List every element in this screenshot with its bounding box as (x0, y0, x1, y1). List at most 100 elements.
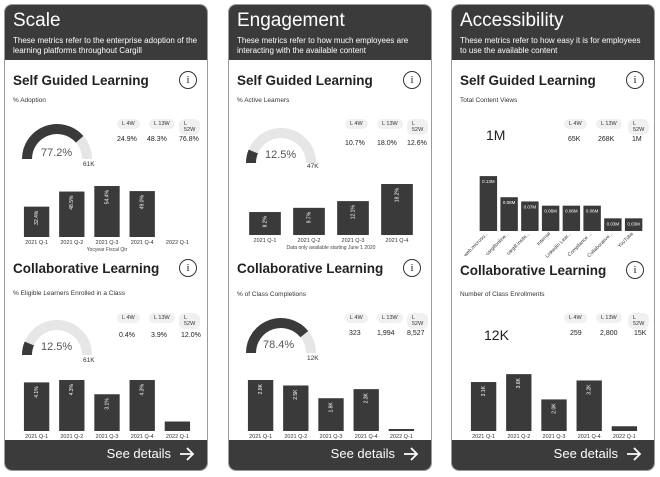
see-details-button[interactable]: See details (554, 446, 642, 461)
info-icon[interactable]: i (403, 71, 421, 89)
pill-l52w: L 52W (628, 313, 650, 329)
section-subtitle: % of Class Completions (237, 291, 306, 298)
section-title: Self Guided Learning (460, 73, 596, 88)
pill-l13w: L 13W (596, 119, 622, 129)
bar-data-label: 2.3K (364, 392, 370, 403)
section-subtitle: Number of Class Enrollments (460, 291, 545, 298)
category-label: 2021 Q-4 (386, 238, 409, 244)
section-subtitle: % Adoption (13, 97, 46, 104)
gauge-max: 12K (307, 355, 319, 362)
info-icon[interactable]: i (179, 71, 197, 89)
category-label: 2021 Q-1 (25, 240, 48, 246)
chart-bar[interactable] (164, 421, 191, 431)
card-header: Accessibility These metrics refer to how… (452, 5, 654, 60)
card-description: These metrics refer to how easy it is fo… (460, 36, 641, 55)
gauge-max: 61K (83, 161, 95, 168)
bar-data-label: 32.4% (34, 210, 40, 225)
info-icon[interactable]: i (626, 71, 644, 89)
metric-l52w: 15K (634, 330, 647, 337)
section-title: Collaborative Learning (460, 263, 607, 278)
bar-data-label: 0.03M (627, 221, 640, 226)
metric-l52w: 12.6% (407, 140, 427, 147)
metric-l13w: 268K (598, 136, 615, 143)
bar-data-label: 0.13M (482, 179, 495, 184)
category-label: 2022 Q-1 (166, 240, 189, 246)
card-description: These metrics refer to how much employee… (237, 36, 409, 55)
info-icon[interactable]: i (403, 259, 421, 277)
bar-data-label: 0.06M (565, 209, 578, 214)
bar-data-label: 9.7% (306, 211, 312, 223)
category-label: 2021 Q-3 (96, 240, 119, 246)
chart-bar[interactable] (479, 176, 498, 231)
gauge-value: 12.5% (265, 149, 297, 161)
category-label: 2021 Q-3 (342, 238, 365, 244)
metric-l4w: 323 (349, 330, 361, 337)
info-icon[interactable]: i (626, 261, 644, 279)
see-details-button[interactable]: See details (331, 446, 419, 461)
section-subtitle: Total Content Views (460, 97, 518, 104)
bar-data-label: 3.6K (516, 377, 522, 388)
big-value: 1M (486, 127, 506, 143)
card-title: Engagement (237, 10, 345, 31)
see-details-button[interactable]: See details (107, 446, 195, 461)
gauge-max: 47K (307, 163, 319, 170)
gauge-fill (246, 149, 258, 164)
pill-l52w: L 52W (628, 119, 650, 135)
metric-l52w: 8,527 (407, 330, 425, 337)
metric-l13w: 18.0% (377, 140, 397, 147)
pill-l13w: L 13W (596, 313, 622, 323)
bar-data-label: 0.06M (586, 209, 599, 214)
bar-data-label: 4.3% (140, 383, 146, 395)
section-subtitle: % Active Learners (237, 97, 290, 104)
x-axis-label: Data only available starting June 1 2020 (287, 245, 376, 251)
gauge-value: 78.4% (263, 339, 295, 351)
section-title: Self Guided Learning (237, 73, 373, 88)
card-footer: See details (229, 440, 431, 470)
card-title: Accessibility (460, 10, 564, 31)
metric-l4w: 259 (570, 330, 582, 337)
pill-l4w: L 4W (345, 119, 368, 129)
pill-l52w: L 52W (407, 313, 429, 329)
metric-l4w: 24.9% (117, 136, 137, 143)
x-axis-label: Yocyear Fiscal Qtr (87, 247, 128, 253)
bar-data-label: 48.5% (69, 195, 75, 210)
see-details-label: See details (330, 446, 395, 461)
gauge-value: 77.2% (41, 147, 73, 159)
bar-data-label: 54.4% (104, 189, 110, 204)
metric-l52w: 76.8% (179, 136, 199, 143)
chart-bar[interactable] (388, 429, 415, 431)
chart-bar[interactable] (611, 426, 638, 431)
section-title: Collaborative Learning (13, 261, 160, 276)
metric-l52w: 1M (632, 136, 642, 143)
pill-l52w: L 52W (179, 313, 201, 329)
metric-l13w: 2,800 (600, 330, 618, 337)
bar-data-label: 8.2% (262, 215, 268, 227)
gauge-value: 12.5% (41, 341, 73, 353)
bar-data-label: 18.2% (394, 187, 400, 202)
arrow-right-icon (180, 446, 195, 461)
bar-data-label: 0.07M (524, 204, 537, 209)
bar-data-label: 3.1% (104, 398, 110, 410)
bar-data-label: 3.2K (587, 384, 593, 395)
pill-l4w: L 4W (345, 313, 368, 323)
section-title: Self Guided Learning (13, 73, 149, 88)
card-footer: See details (452, 440, 654, 470)
section-subtitle: % Eligible Learners Enrolled in a Class (13, 290, 126, 297)
bar-data-label: 2.0K (551, 403, 557, 414)
metric-l52w: 12.0% (181, 332, 201, 339)
card-footer: See details (5, 440, 207, 470)
gauge-max: 61K (83, 357, 95, 364)
big-value: 12K (484, 327, 509, 343)
pill-l13w: L 13W (377, 313, 403, 323)
category-label: 2021 Q-2 (298, 238, 321, 244)
bar-data-label: 0.03M (607, 221, 620, 226)
pill-l4w: L 4W (564, 119, 587, 129)
section-title: Collaborative Learning (237, 261, 384, 276)
card-description: These metrics refer to the enterprise ad… (13, 36, 198, 55)
see-details-label: See details (106, 446, 171, 461)
gauge-fill (22, 341, 34, 356)
metric-l13w: 3.9% (151, 332, 167, 339)
pill-l13w: L 13W (149, 313, 175, 323)
info-icon[interactable]: i (179, 259, 197, 277)
pill-l52w: L 52W (179, 119, 201, 135)
